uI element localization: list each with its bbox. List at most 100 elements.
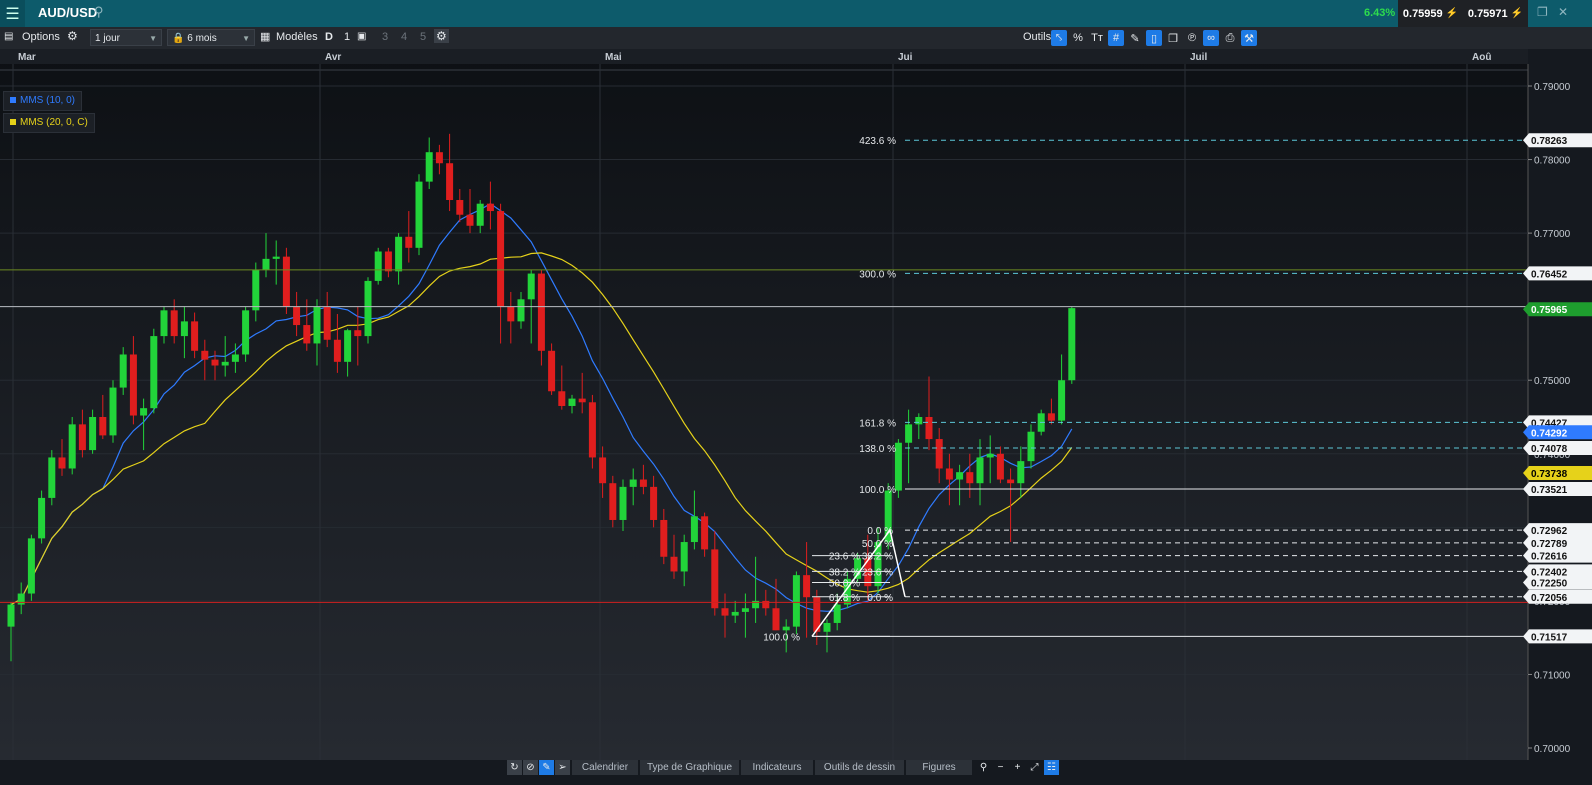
no-entry-icon[interactable]: ⊘ <box>523 760 538 775</box>
search-icon[interactable]: ⚲ <box>94 4 104 20</box>
bearish-candle[interactable] <box>803 575 811 598</box>
bullish-candle[interactable] <box>119 354 127 388</box>
zoom-in-icon[interactable]: + <box>1010 760 1025 775</box>
gear-icon[interactable]: ⚙ <box>67 29 78 43</box>
crosshair-tool-icon[interactable]: ⤣ <box>1051 30 1067 46</box>
bearish-candle[interactable] <box>966 472 974 484</box>
pencil-icon[interactable]: ✎ <box>539 760 554 775</box>
bullish-candle[interactable] <box>415 181 423 248</box>
bullish-candle[interactable] <box>160 310 168 337</box>
bullish-candle[interactable] <box>48 457 56 498</box>
bearish-candle[interactable] <box>996 453 1004 480</box>
options-button[interactable]: Options <box>22 31 60 43</box>
bullish-candle[interactable] <box>1027 431 1035 462</box>
hamburger-menu-icon[interactable]: ☰ <box>0 0 25 27</box>
bearish-candle[interactable] <box>558 391 566 406</box>
bullish-candle[interactable] <box>344 330 352 362</box>
bearish-candle[interactable] <box>935 439 943 469</box>
indicator-icon[interactable]: ℗ <box>1184 30 1200 46</box>
bearish-candle[interactable] <box>211 359 219 366</box>
bearish-candle[interactable] <box>639 479 647 487</box>
bullish-candle[interactable] <box>731 611 739 616</box>
bearish-candle[interactable] <box>446 163 454 201</box>
bullish-candle[interactable] <box>425 152 433 182</box>
tab-chart-type[interactable]: Type de Graphique <box>640 760 739 775</box>
bearish-candle[interactable] <box>129 354 137 416</box>
bullish-candle[interactable] <box>517 299 525 322</box>
bearish-candle[interactable] <box>588 402 596 458</box>
candle-icon[interactable]: ▯ <box>1146 30 1162 46</box>
refresh-icon[interactable]: ↻ <box>507 760 522 775</box>
bearish-candle[interactable] <box>405 236 413 248</box>
bearish-candle[interactable] <box>772 608 780 631</box>
price-chart[interactable]: 0.790000.780000.770000.760000.750000.740… <box>0 49 1592 760</box>
bullish-candle[interactable] <box>476 203 484 226</box>
bullish-candle[interactable] <box>792 575 800 627</box>
cursor-icon[interactable]: ➢ <box>555 760 570 775</box>
bullish-candle[interactable] <box>905 424 913 443</box>
bullish-candle[interactable] <box>690 516 698 543</box>
bullish-candle[interactable] <box>313 306 321 344</box>
bullish-candle[interactable] <box>976 457 984 484</box>
models-button[interactable]: Modèles <box>276 31 318 43</box>
zoom-out-icon[interactable]: − <box>993 760 1008 775</box>
fit-icon[interactable]: ⤢ <box>1027 760 1042 775</box>
bearish-candle[interactable] <box>99 417 107 436</box>
tab-calendar[interactable]: Calendrier <box>572 760 638 775</box>
bullish-candle[interactable] <box>527 273 535 300</box>
link-icon[interactable]: ∞ <box>1203 30 1219 46</box>
bearish-candle[interactable] <box>303 325 311 344</box>
bearish-candle[interactable] <box>384 251 392 272</box>
settings-gear-icon[interactable]: ⚙ <box>434 29 449 43</box>
bullish-candle[interactable] <box>7 604 15 627</box>
bearish-candle[interactable] <box>78 424 86 451</box>
print-icon[interactable]: ⎙ <box>1222 30 1238 46</box>
bullish-candle[interactable] <box>231 354 239 362</box>
bullish-candle[interactable] <box>986 453 994 458</box>
bearish-candle[interactable] <box>191 321 199 351</box>
layout-4-button[interactable]: 4 <box>401 31 407 43</box>
bullish-candle[interactable] <box>109 387 117 436</box>
bullish-candle[interactable] <box>374 251 382 281</box>
ask-price-button[interactable]: 0.75971 ⚡ <box>1463 0 1528 27</box>
bullish-candle[interactable] <box>272 256 280 259</box>
bullish-candle[interactable] <box>221 361 229 366</box>
bullish-candle[interactable] <box>680 542 688 572</box>
bearish-candle[interactable] <box>201 350 209 360</box>
restore-window-icon[interactable]: ❐ <box>1537 5 1548 19</box>
bullish-candle[interactable] <box>180 321 188 337</box>
bearish-candle[interactable] <box>711 549 719 609</box>
layout-1-button[interactable]: 1 <box>344 31 350 43</box>
bearish-candle[interactable] <box>548 350 556 392</box>
bullish-candle[interactable] <box>395 236 403 272</box>
bearish-candle[interactable] <box>354 330 362 337</box>
layout-3-button[interactable]: 3 <box>382 31 388 43</box>
bullish-candle[interactable] <box>1058 380 1066 421</box>
layout-2-icon[interactable]: ▣ <box>357 31 366 42</box>
period-select[interactable]: 🔒 6 mois ▼ <box>167 29 255 46</box>
bullish-candle[interactable] <box>364 280 372 337</box>
bearish-candle[interactable] <box>486 203 494 212</box>
text-tool-icon[interactable]: Tт <box>1089 30 1105 46</box>
layers-icon[interactable]: ❐ <box>1165 30 1181 46</box>
bearish-candle[interactable] <box>945 468 953 480</box>
bearish-candle[interactable] <box>721 608 729 616</box>
ma20-legend[interactable]: MMS (20, 0, C) <box>3 113 95 133</box>
wrench-icon[interactable]: ⚒ <box>1241 30 1257 46</box>
bearish-candle[interactable] <box>609 483 617 520</box>
brush-icon[interactable]: ✎ <box>1127 30 1143 46</box>
bullish-candle[interactable] <box>915 417 923 425</box>
tab-drawing-tools[interactable]: Outils de dessin <box>815 760 904 775</box>
bearish-candle[interactable] <box>670 556 678 572</box>
grid-icon[interactable]: # <box>1108 30 1124 46</box>
bid-price-button[interactable]: 0.75959 ⚡ <box>1398 0 1463 27</box>
bearish-candle[interactable] <box>1047 413 1055 421</box>
tab-figures[interactable]: Figures <box>906 760 972 775</box>
instrument-symbol[interactable]: AUD/USD <box>38 5 97 20</box>
bullish-candle[interactable] <box>629 479 637 487</box>
bearish-candle[interactable] <box>435 152 443 164</box>
bullish-candle[interactable] <box>27 538 35 594</box>
bullish-candle[interactable] <box>140 408 148 416</box>
tab-indicators[interactable]: Indicateurs <box>741 760 813 775</box>
bearish-candle[interactable] <box>170 310 178 337</box>
